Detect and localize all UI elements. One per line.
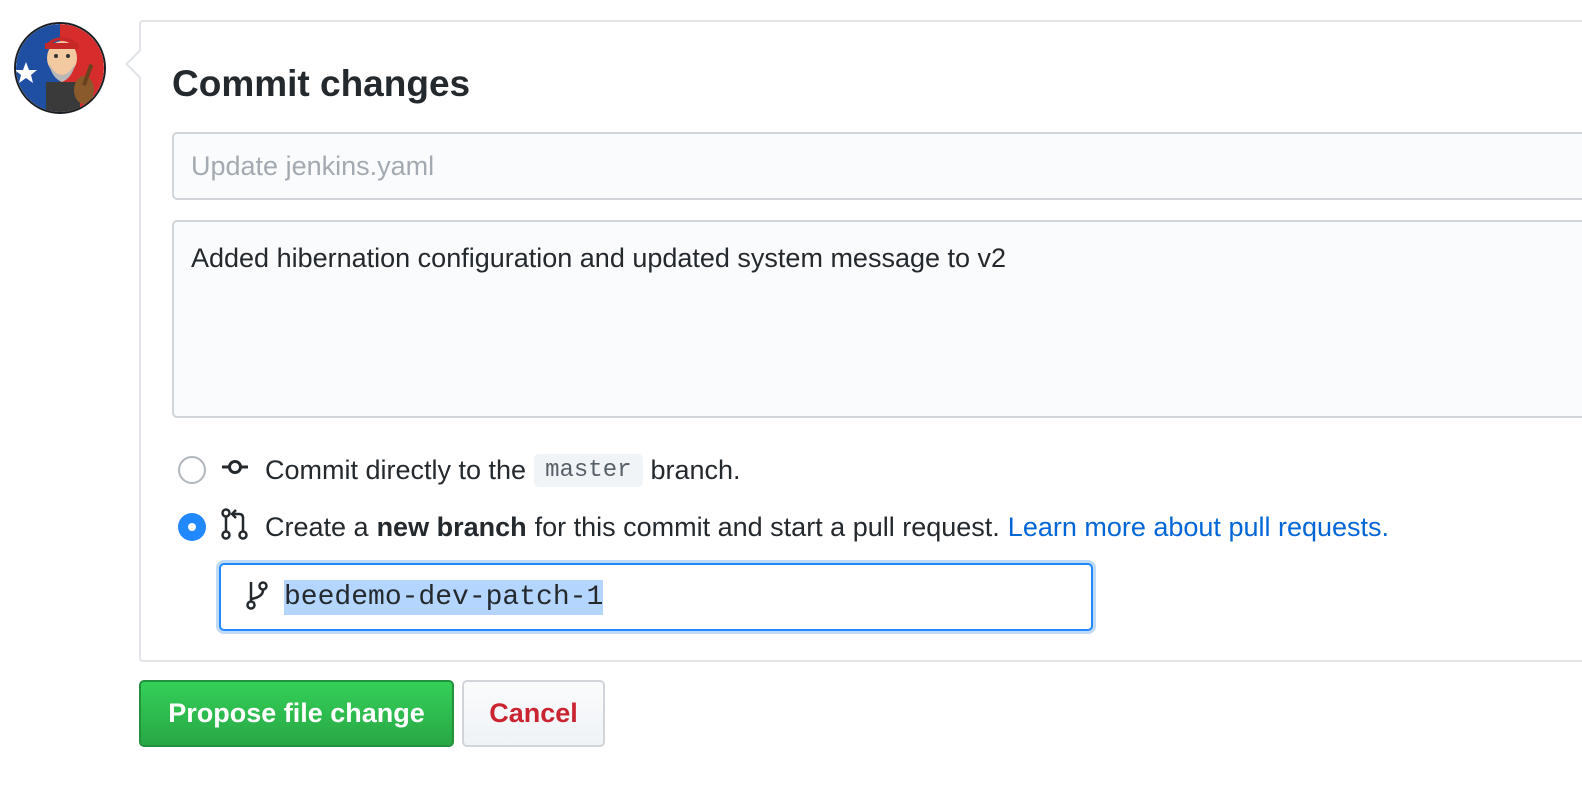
new-branch-text-after: for this commit and start a pull request…	[534, 511, 1000, 542]
branch-name-input[interactable]: beedemo-dev-patch-1	[284, 579, 604, 615]
user-avatar-icon	[16, 24, 104, 112]
git-pull-request-icon	[221, 507, 249, 547]
git-commit-icon	[221, 453, 249, 488]
master-branch-name: master	[534, 453, 643, 487]
commit-title: Commit changes	[172, 63, 471, 104]
new-branch-bold-text: new branch	[376, 511, 527, 542]
new-branch-radio[interactable]	[178, 513, 206, 541]
new-branch-text-before: Create a	[265, 511, 369, 542]
commit-direct-text-after: branch.	[650, 454, 741, 485]
branch-name-field[interactable]: beedemo-dev-patch-1	[219, 563, 1093, 631]
commit-direct-option[interactable]: Commit directly to the master branch.	[178, 453, 741, 487]
new-branch-option[interactable]: Create a new branch for this commit and …	[178, 507, 1389, 547]
learn-more-pull-requests-link[interactable]: Learn more about pull requests.	[1008, 512, 1389, 543]
commit-summary-input[interactable]	[172, 132, 1582, 200]
propose-file-change-button[interactable]: Propose file change	[139, 680, 454, 747]
panel-caret-fill	[128, 50, 142, 78]
commit-direct-text-before: Commit directly to the	[265, 454, 527, 485]
commit-direct-radio[interactable]	[178, 456, 206, 484]
cancel-button[interactable]: Cancel	[462, 680, 605, 747]
git-branch-icon	[246, 580, 268, 615]
commit-description-textarea[interactable]	[172, 220, 1582, 418]
user-avatar[interactable]	[14, 22, 106, 114]
